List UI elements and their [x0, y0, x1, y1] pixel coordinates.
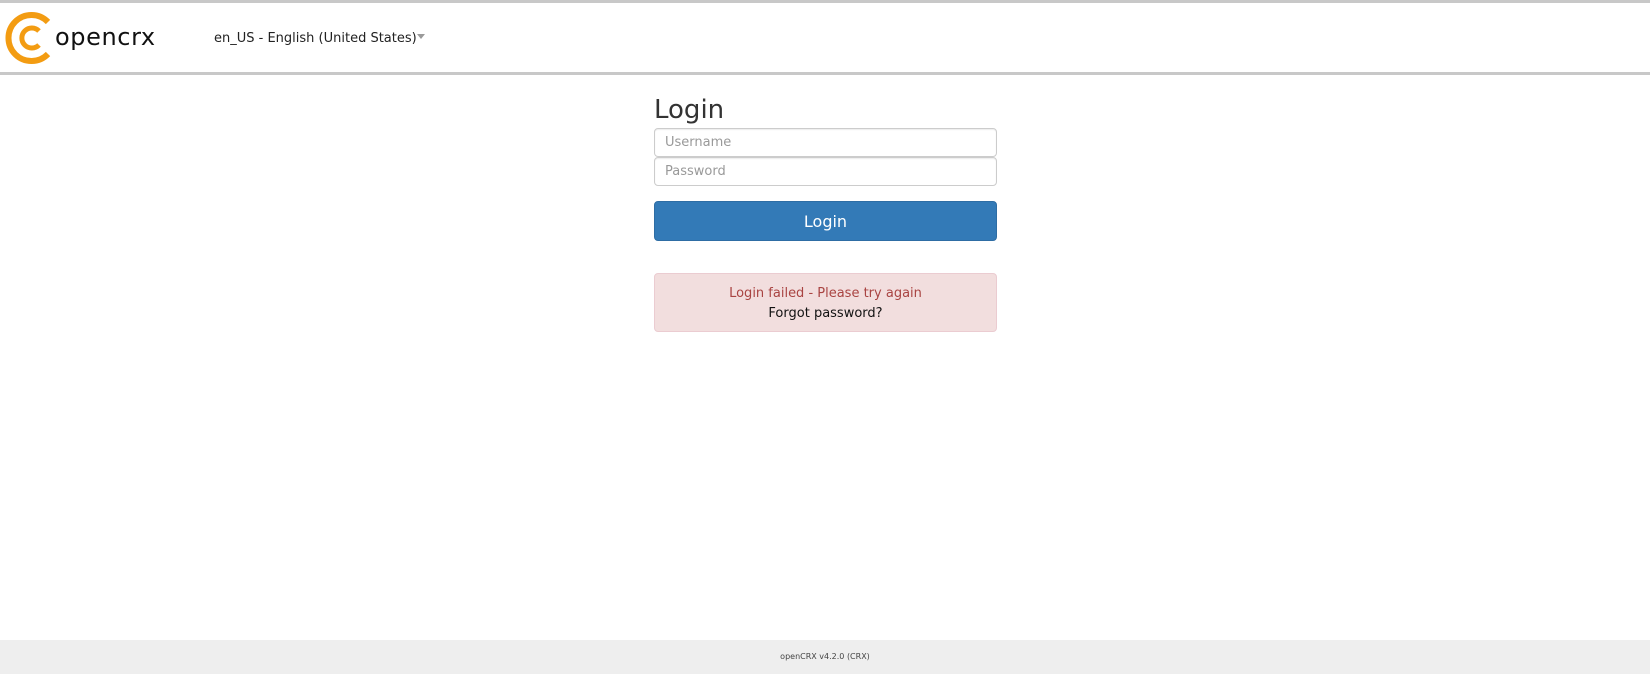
- login-error-alert: Login failed - Please try again Forgot p…: [654, 273, 997, 332]
- login-panel: Login Login Login failed - Please try ag…: [654, 93, 997, 332]
- page-title: Login: [654, 95, 725, 125]
- locale-label: en_US - English (United States): [214, 31, 417, 46]
- footer: openCRX v4.2.0 (CRX): [0, 640, 1650, 674]
- forgot-password-link[interactable]: Forgot password?: [768, 306, 882, 322]
- version-label: openCRX v4.2.0 (CRX): [780, 652, 870, 661]
- password-input[interactable]: [654, 157, 997, 186]
- opencrx-logo-icon: [5, 12, 51, 64]
- logo-wordmark: opencrx: [55, 23, 156, 51]
- chevron-down-icon: [416, 34, 425, 39]
- login-button[interactable]: Login: [654, 201, 997, 241]
- username-input[interactable]: [654, 128, 997, 157]
- header-bar: opencrx en_US - English (United States): [0, 3, 1650, 75]
- alert-message: Login failed - Please try again: [729, 286, 922, 301]
- locale-select[interactable]: en_US - English (United States): [214, 29, 425, 49]
- logo[interactable]: opencrx: [5, 8, 155, 68]
